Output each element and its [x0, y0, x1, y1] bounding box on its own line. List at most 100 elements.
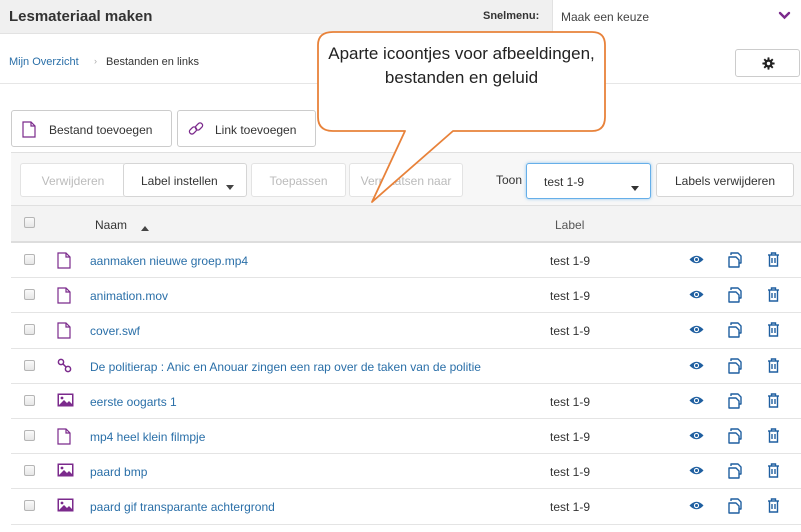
top-bar: Lesmateriaal maken Snelmenu: Maak een ke…	[0, 0, 801, 34]
image-icon	[57, 393, 74, 410]
row-checkbox[interactable]	[24, 500, 35, 512]
quickmenu-label: Snelmenu:	[483, 10, 540, 22]
file-label: test 1-9	[550, 324, 591, 339]
delete-button[interactable]: Verwijderen	[20, 163, 126, 197]
trash-icon[interactable]	[767, 252, 780, 270]
add-link-label: Link toevoegen	[215, 123, 297, 137]
eye-icon[interactable]	[689, 395, 704, 409]
caret-down-icon	[631, 180, 639, 194]
breadcrumb-home-link[interactable]: Mijn Overzicht	[9, 56, 79, 68]
column-header-name[interactable]: Naam	[95, 218, 127, 232]
eye-icon[interactable]	[689, 430, 704, 444]
table-row: mp4 heel klein filmpje test 1-9	[11, 419, 801, 455]
eye-icon[interactable]	[689, 324, 704, 338]
row-checkbox[interactable]	[24, 429, 35, 441]
file-icon	[57, 428, 71, 448]
show-filter-value: test 1-9	[544, 175, 585, 189]
add-link-button[interactable]: Link toevoegen	[177, 110, 316, 147]
delete-button-label: Verwijderen	[41, 174, 105, 188]
file-name-link[interactable]: aanmaken nieuwe groep.mp4	[90, 254, 248, 268]
file-label: test 1-9	[550, 429, 591, 444]
file-name-link[interactable]: eerste oogarts 1	[90, 395, 177, 409]
copy-icon[interactable]	[727, 322, 743, 341]
eye-icon[interactable]	[689, 254, 704, 268]
add-file-button[interactable]: Bestand toevoegen	[11, 110, 172, 147]
breadcrumb-separator: ›	[94, 56, 97, 66]
eye-icon[interactable]	[689, 500, 704, 514]
eye-icon[interactable]	[689, 289, 704, 303]
file-icon	[22, 121, 36, 141]
row-checkbox[interactable]	[24, 289, 35, 301]
file-name-link[interactable]: animation.mov	[90, 289, 168, 303]
quickmenu-select[interactable]: Maak een keuze	[552, 0, 801, 34]
file-table-body: aanmaken nieuwe groep.mp4 test 1-9 animati…	[11, 243, 801, 525]
trash-icon[interactable]	[767, 498, 780, 516]
link-icon	[57, 358, 72, 376]
trash-icon[interactable]	[767, 357, 780, 376]
chevron-down-icon	[778, 9, 791, 25]
file-label: test 1-9	[550, 254, 591, 268]
apply-button[interactable]: Toepassen	[251, 163, 346, 197]
file-name-link[interactable]: mp4 heel klein filmpje	[90, 430, 205, 444]
trash-icon[interactable]	[767, 463, 780, 481]
trash-icon[interactable]	[767, 393, 780, 411]
callout-text: Aparte icoontjes voor afbeeldingen, best…	[328, 44, 595, 87]
copy-icon[interactable]	[727, 252, 743, 271]
table-row: eerste oogarts 1 test 1-9	[11, 384, 801, 419]
eye-icon[interactable]	[689, 465, 704, 479]
file-icon	[57, 252, 71, 272]
remove-labels-label: Labels verwijderen	[674, 174, 776, 188]
breadcrumb-current: Bestanden en links	[106, 56, 199, 68]
row-checkbox[interactable]	[24, 324, 35, 336]
file-name-link[interactable]: De politierap : Anic en Anouar zingen ee…	[90, 360, 481, 374]
file-name-link[interactable]: paard gif transparante achtergrond	[90, 500, 275, 514]
copy-icon[interactable]	[727, 393, 743, 412]
table-toolbar: Verwijderen Label instellen Toepassen Ve…	[11, 152, 801, 206]
sort-asc-icon[interactable]	[141, 220, 149, 234]
trash-icon[interactable]	[767, 428, 780, 446]
image-icon	[57, 463, 74, 480]
row-checkbox[interactable]	[24, 394, 35, 406]
table-row: De politierap : Anic en Anouar zingen ee…	[11, 349, 801, 384]
move-to-button[interactable]: Verplaatsen naar	[349, 163, 463, 197]
apply-button-label: Toepassen	[269, 174, 328, 188]
set-label-dropdown[interactable]: Label instellen	[123, 163, 247, 197]
copy-icon[interactable]	[727, 357, 743, 377]
file-name-link[interactable]: paard bmp	[90, 465, 147, 479]
caret-down-icon	[226, 179, 234, 193]
row-checkbox[interactable]	[24, 254, 35, 265]
table-row: paard bmp test 1-9	[11, 454, 801, 490]
file-name-link[interactable]: cover.swf	[90, 324, 140, 338]
trash-icon[interactable]	[767, 287, 780, 305]
table-row: paard gif transparante achtergrond test 1…	[11, 489, 801, 525]
settings-button[interactable]	[735, 49, 800, 77]
file-label: test 1-9	[550, 394, 591, 409]
column-header-label: Label	[555, 218, 585, 232]
table-row: cover.swf test 1-9	[11, 313, 801, 349]
quickmenu-value: Maak een keuze	[561, 10, 650, 24]
copy-icon[interactable]	[727, 287, 743, 306]
gear-icon	[762, 57, 775, 70]
image-icon	[57, 498, 74, 515]
move-to-button-label: Verplaatsen naar	[360, 174, 452, 188]
copy-icon[interactable]	[727, 428, 743, 447]
file-icon	[57, 322, 71, 342]
table-row: animation.mov test 1-9	[11, 278, 801, 314]
row-checkbox[interactable]	[24, 359, 35, 371]
trash-icon[interactable]	[767, 322, 780, 340]
link-icon	[188, 121, 204, 140]
select-all-checkbox[interactable]	[24, 217, 35, 228]
copy-icon[interactable]	[727, 498, 743, 517]
page-title: Lesmateriaal maken	[9, 8, 153, 25]
add-file-label: Bestand toevoegen	[49, 123, 153, 137]
remove-labels-button[interactable]: Labels verwijderen	[656, 163, 794, 197]
table-row: aanmaken nieuwe groep.mp4 test 1-9	[11, 243, 801, 279]
file-label: test 1-9	[550, 500, 591, 515]
file-label: test 1-9	[550, 289, 591, 304]
row-checkbox[interactable]	[24, 465, 35, 477]
eye-icon[interactable]	[689, 360, 704, 374]
show-filter-select[interactable]: test 1-9	[526, 163, 651, 199]
file-label: test 1-9	[550, 465, 591, 480]
show-filter-label: Toon	[496, 173, 523, 187]
copy-icon[interactable]	[727, 463, 743, 482]
